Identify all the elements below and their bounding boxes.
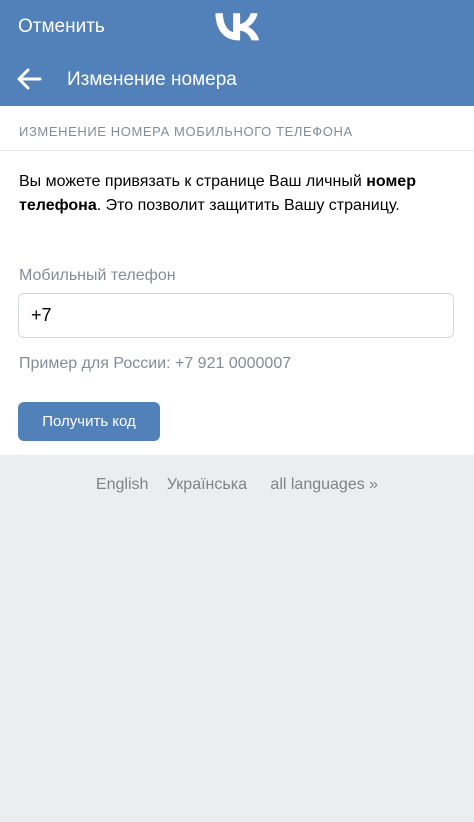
- top-app-bar: Отменить: [0, 0, 474, 52]
- phone-hint: Пример для России: +7 921 0000007: [19, 355, 292, 372]
- language-selector: English Українська all languages »: [0, 474, 474, 496]
- phone-input[interactable]: [18, 293, 454, 338]
- navigation-bar: Изменение номера: [0, 52, 474, 106]
- language-english-link[interactable]: English: [96, 474, 148, 496]
- change-number-card: ИЗМЕНЕНИЕ НОМЕРА МОБИЛЬНОГО ТЕЛЕФОНА Вы …: [0, 106, 474, 455]
- divider: [0, 150, 474, 151]
- description-part1: Вы можете привязать к странице Ваш личны…: [19, 173, 367, 190]
- get-code-button[interactable]: Получить код: [18, 402, 160, 441]
- language-ukrainian-link[interactable]: Українська: [167, 474, 247, 496]
- arrow-left-icon[interactable]: [14, 65, 44, 93]
- page-title: Изменение номера: [67, 69, 237, 90]
- page: Отменить Изменение номера ИЗМЕНЕНИЕ НОМЕ…: [0, 0, 474, 822]
- vk-logo: [215, 13, 260, 41]
- description-text: Вы можете привязать к странице Ваш личны…: [19, 170, 439, 218]
- section-header: ИЗМЕНЕНИЕ НОМЕРА МОБИЛЬНОГО ТЕЛЕФОНА: [19, 124, 353, 139]
- cancel-link[interactable]: Отменить: [18, 15, 105, 39]
- all-languages-link[interactable]: all languages »: [270, 474, 378, 496]
- phone-field-label: Мобильный телефон: [19, 267, 176, 284]
- description-part2: . Это позволит защитить Вашу страницу.: [96, 197, 400, 214]
